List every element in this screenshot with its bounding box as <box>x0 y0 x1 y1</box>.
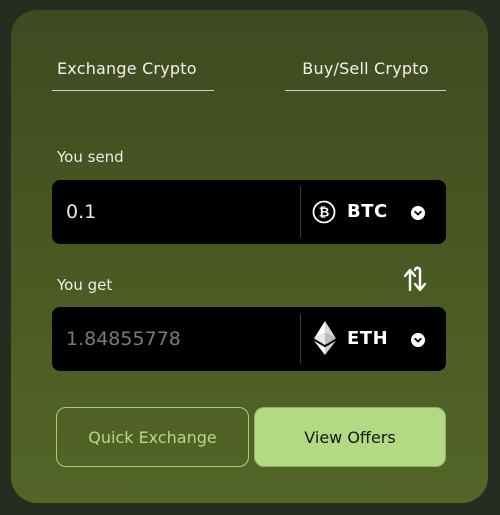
tab-exchange-crypto[interactable]: Exchange Crypto <box>52 46 214 91</box>
chevron-down-icon <box>411 206 425 220</box>
send-currency-select[interactable]: ₿ BTC <box>301 180 446 244</box>
you-get-label: You get <box>57 276 113 294</box>
you-send-label: You send <box>57 148 124 166</box>
chevron-down-icon <box>411 333 425 347</box>
tab-buy-sell-crypto[interactable]: Buy/Sell Crypto <box>285 46 446 91</box>
ethereum-icon <box>314 321 336 355</box>
view-offers-button[interactable]: View Offers <box>254 407 446 467</box>
swap-icon[interactable] <box>401 265 433 295</box>
get-field: 1.84855778 ETH <box>52 307 446 371</box>
exchange-card: Exchange Crypto Buy/Sell Crypto You send… <box>11 10 488 503</box>
get-amount-output[interactable]: 1.84855778 <box>66 307 181 371</box>
send-amount-input[interactable]: 0.1 <box>66 180 96 244</box>
svg-text:₿: ₿ <box>319 206 330 221</box>
get-currency-select[interactable]: ETH <box>301 307 446 371</box>
get-currency-label: ETH <box>347 328 389 349</box>
send-field: 0.1 ₿ BTC <box>52 180 446 244</box>
send-currency-label: BTC <box>347 201 388 222</box>
bitcoin-icon: ₿ <box>312 200 336 224</box>
quick-exchange-button[interactable]: Quick Exchange <box>56 407 249 467</box>
